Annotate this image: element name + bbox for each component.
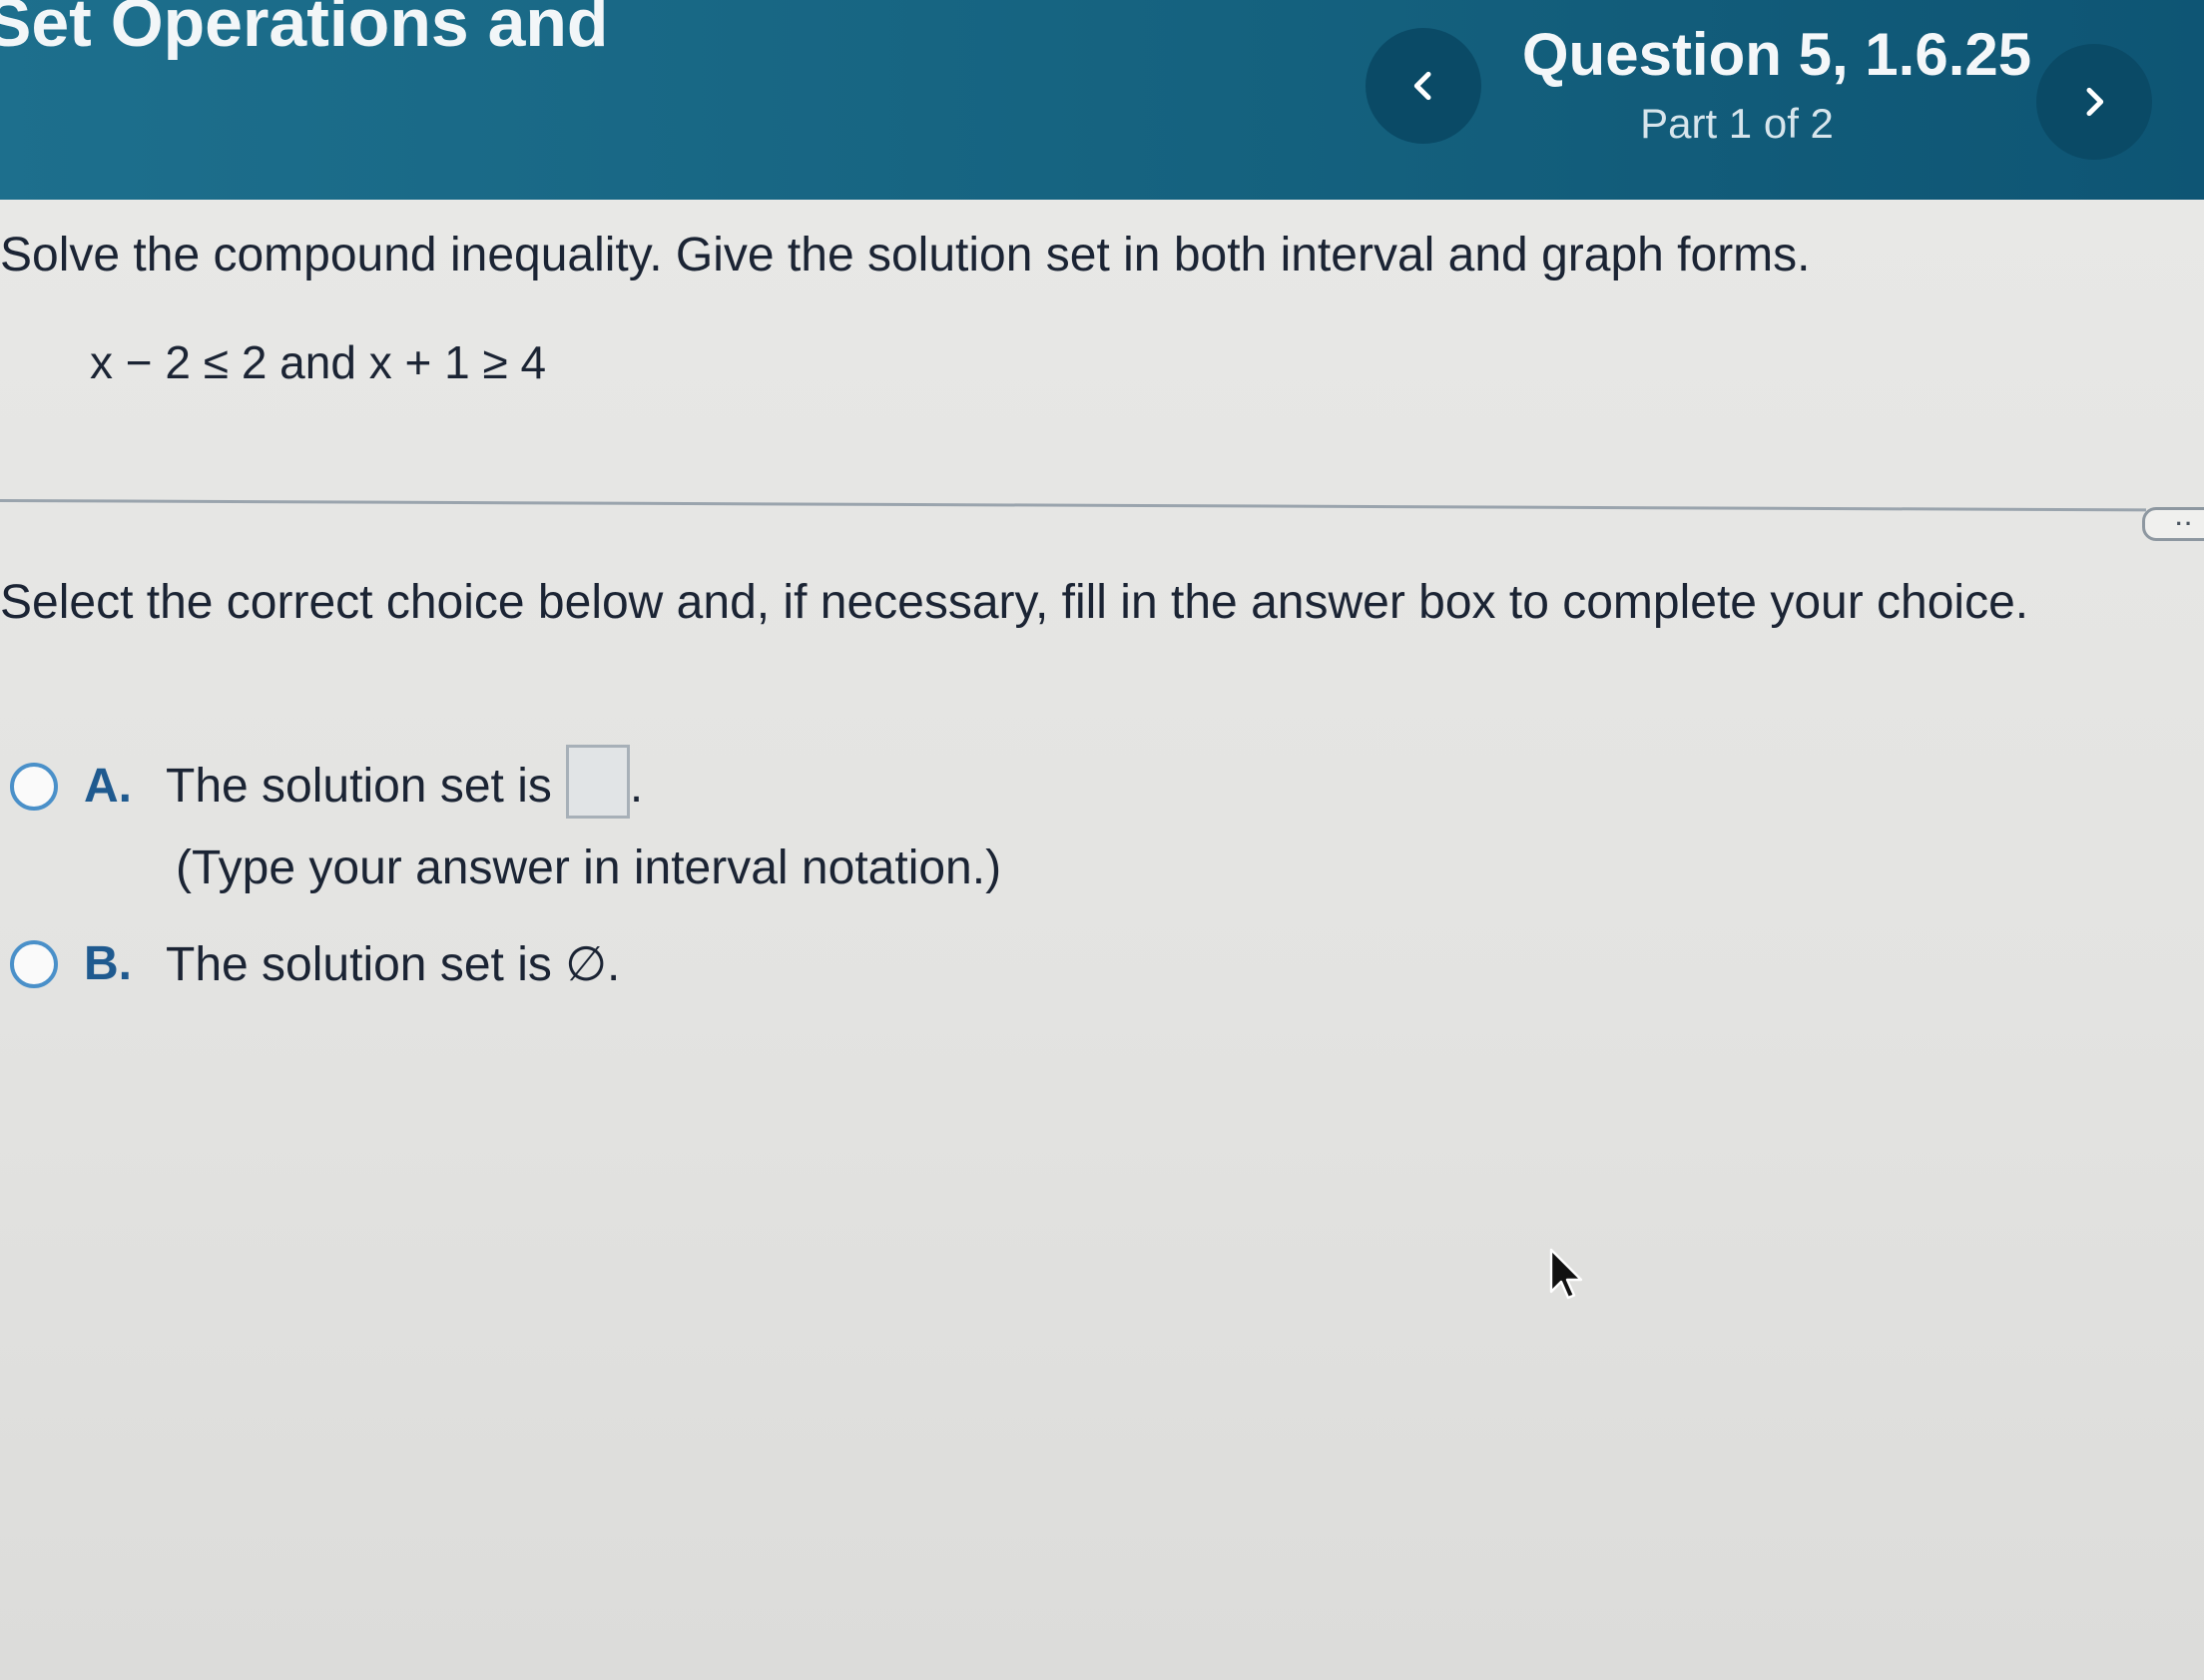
answer-input-box[interactable]: [565, 745, 630, 820]
chevron-left-icon: [1413, 71, 1431, 101]
choice-a-suffix: .: [629, 760, 644, 813]
next-question-button[interactable]: [2036, 44, 2152, 160]
choice-a[interactable]: A. The solution set is.: [10, 745, 644, 820]
choice-a-text: The solution set is: [166, 760, 552, 813]
section-divider: [0, 499, 2146, 512]
answer-prompt: Select the correct choice below and, if …: [0, 576, 2029, 629]
mouse-cursor-icon: [1549, 1248, 1583, 1300]
choice-b-letter: B.: [84, 937, 132, 990]
choice-a-hint: (Type your answer in interval notation.): [176, 841, 1002, 894]
chevron-right-icon: [2086, 87, 2104, 117]
problem-instructions: Solve the compound inequality. Give the …: [0, 229, 1811, 281]
header-bar: Set Operations and Question 5, 1.6.25 Pa…: [0, 0, 2204, 200]
question-title: Question 5, 1.6.25: [1521, 21, 2032, 88]
choice-a-letter: A.: [84, 760, 132, 813]
compound-inequality: x − 2 ≤ 2 and x + 1 ≥ 4: [90, 336, 547, 388]
page: Set Operations and Question 5, 1.6.25 Pa…: [0, 0, 2204, 1680]
choice-a-radio[interactable]: [10, 763, 58, 811]
choice-b[interactable]: B. The solution set is ∅.: [10, 936, 620, 992]
choice-b-text: The solution set is ∅.: [166, 938, 621, 991]
expand-handle[interactable]: ··: [2142, 507, 2204, 541]
section-title: Set Operations and: [0, 0, 609, 61]
choice-a-text-row: The solution set is.: [166, 745, 644, 820]
choice-b-radio[interactable]: [10, 940, 58, 988]
question-part: Part 1 of 2: [1640, 100, 1834, 147]
